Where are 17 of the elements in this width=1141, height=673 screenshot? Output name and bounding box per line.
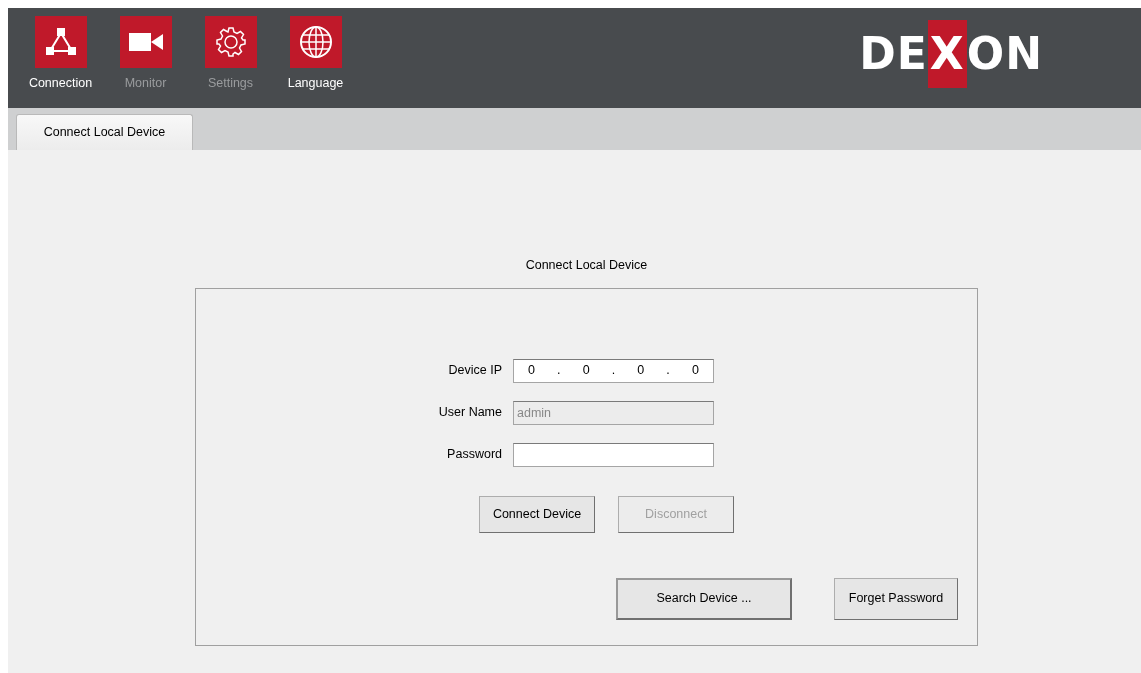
field-label: Password bbox=[446, 446, 502, 464]
field-label: Device IP bbox=[447, 362, 502, 380]
password-field[interactable] bbox=[513, 442, 714, 467]
globe-icon bbox=[298, 25, 333, 59]
button[interactable]: Forget Password bbox=[834, 577, 958, 620]
field-label: User Name bbox=[437, 404, 502, 422]
button[interactable]: Connect Device bbox=[479, 495, 595, 533]
settings-icon bbox=[214, 26, 247, 58]
ip-address-field[interactable]: 0 . 0 . 0 . 0 bbox=[513, 358, 714, 383]
group-title: Connect Local Device bbox=[524, 257, 649, 274]
button[interactable]: Search Device ... bbox=[616, 577, 792, 620]
tab[interactable]: Connect Local Device bbox=[16, 114, 193, 150]
toolbar-button[interactable]: Connection bbox=[18, 16, 103, 93]
logo: DEXON bbox=[859, 20, 1043, 88]
network-icon bbox=[44, 27, 77, 57]
video-camera-icon bbox=[128, 31, 163, 53]
toolbar-button[interactable]: Language bbox=[273, 16, 358, 93]
